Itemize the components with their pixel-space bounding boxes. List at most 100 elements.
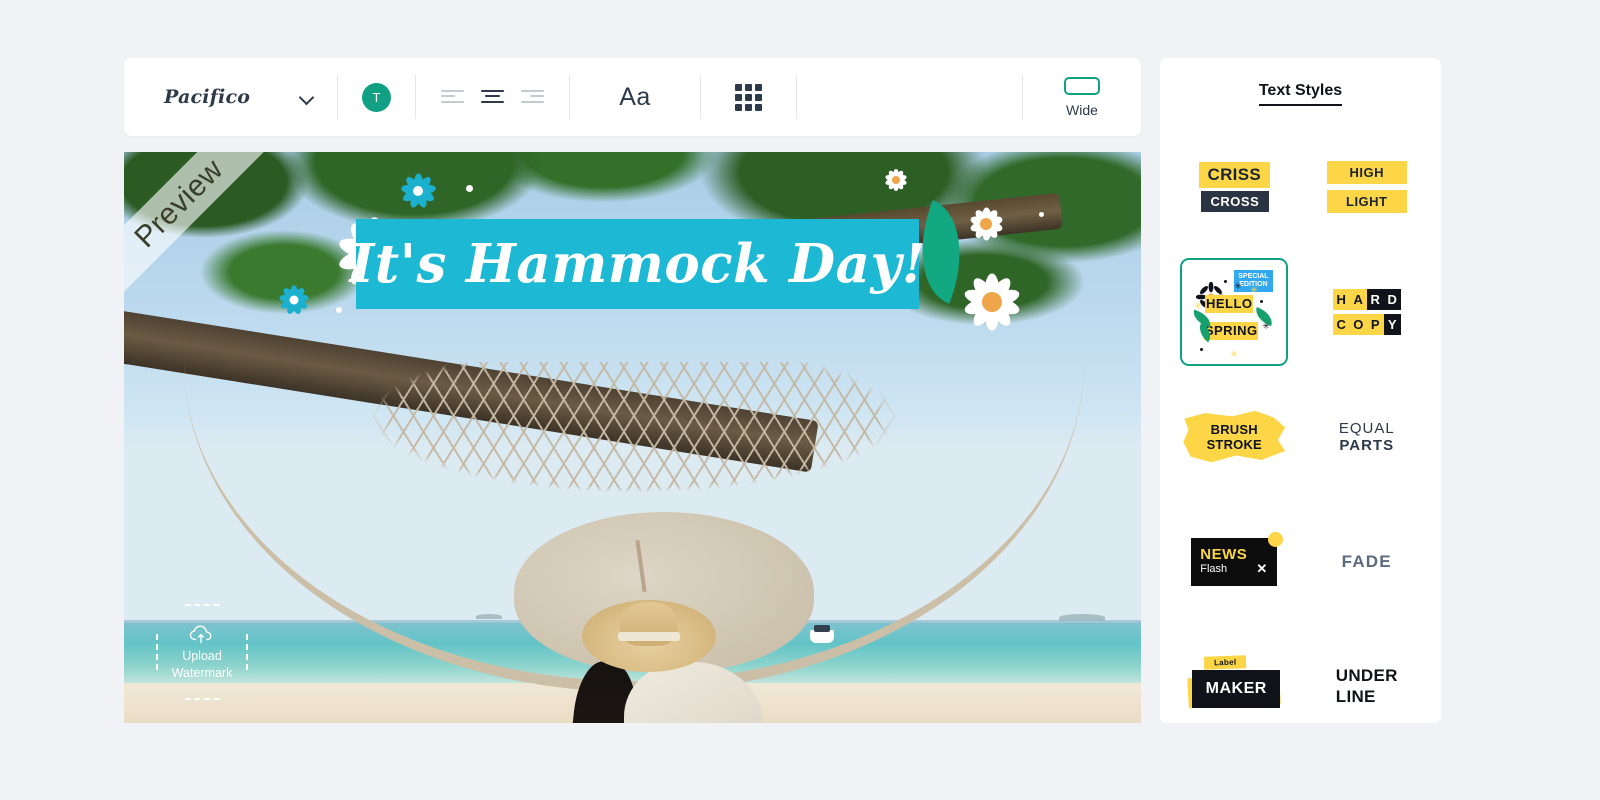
align-left-icon[interactable]	[441, 89, 464, 105]
yellow-dot-icon	[1268, 531, 1284, 547]
style-option-hello-spring[interactable]: SPECIAL EDITION HELLO SPRING ✳ ✳ ✳ ✳ ✳	[1168, 249, 1301, 374]
hello-spring-line1: HELLO	[1205, 294, 1254, 313]
style-option-high-light[interactable]: HIGH LIGHT	[1301, 124, 1434, 249]
under-line-text2: LINE	[1335, 686, 1376, 706]
style-option-label-maker[interactable]: Label MAKER	[1168, 624, 1301, 723]
selected-style-frame: SPECIAL EDITION HELLO SPRING ✳ ✳ ✳ ✳ ✳	[1180, 257, 1289, 366]
title-text: It's Hammock Day!	[349, 233, 926, 295]
align-right-icon[interactable]	[521, 89, 544, 105]
flower-center	[289, 295, 299, 305]
upload-watermark-line2: Watermark	[171, 665, 233, 680]
daisy-flower	[880, 164, 912, 196]
letter-tile: Y	[1383, 313, 1401, 335]
style-option-under-line[interactable]: UNDER LINE	[1301, 624, 1434, 723]
sparkle-dot	[466, 185, 473, 192]
equal-parts-line2: PARTS	[1339, 436, 1395, 454]
fade-thumb: FADE	[1341, 551, 1392, 571]
criss-cross-line2: CROSS	[1200, 190, 1270, 212]
chevron-down-icon[interactable]	[299, 92, 315, 102]
high-light-line2: LIGHT	[1326, 189, 1407, 213]
alignment-group	[416, 89, 569, 105]
cloud-upload-icon	[189, 624, 215, 644]
text-toolbar: Pacifico T Aa Wide	[124, 58, 1141, 136]
sparkle-icon: ✳	[1234, 280, 1242, 291]
sparkle-icon: ✳	[1230, 348, 1238, 359]
brush-stroke-text: BRUSH STROKE	[1207, 422, 1262, 452]
daisy-flower	[962, 200, 1010, 248]
sparkle-icon: ✳	[1194, 300, 1202, 311]
dot-icon	[1200, 347, 1204, 351]
high-light-line1: HIGH	[1326, 160, 1407, 184]
criss-cross-thumb: CRISS CROSS	[1198, 161, 1270, 212]
high-light-thumb: HIGH LIGHT	[1326, 160, 1407, 213]
letter-tile: H	[1332, 288, 1350, 310]
cyan-flower	[274, 280, 314, 320]
grid-icon[interactable]	[735, 83, 762, 111]
label-maker-line1: Label	[1204, 654, 1247, 670]
hard-copy-line2: C O P Y	[1332, 313, 1401, 335]
letter-tile: R	[1366, 288, 1384, 310]
brush-stroke-line2: STROKE	[1206, 436, 1262, 452]
equal-parts-line1: EQUAL	[1338, 419, 1395, 437]
hard-copy-line1: H A R D	[1332, 288, 1401, 310]
font-name-label: Pacifico	[164, 86, 251, 108]
under-line-line1: UNDER	[1335, 666, 1400, 686]
hard-copy-thumb: H A R D C O P Y	[1332, 288, 1401, 335]
letter-tile: C	[1332, 313, 1350, 335]
style-option-news-flash[interactable]: NEWS Flash ✕	[1168, 499, 1301, 624]
flower-center	[982, 292, 1002, 312]
wide-format-button[interactable]: Wide	[1023, 76, 1141, 118]
color-swatch[interactable]: T	[362, 82, 391, 112]
style-option-criss-cross[interactable]: CRISS CROSS	[1168, 124, 1301, 249]
letter-tile: O	[1349, 313, 1367, 335]
upload-watermark-button[interactable]: Upload Watermark	[156, 604, 248, 700]
title-text-block[interactable]: It's Hammock Day!	[349, 219, 925, 309]
text-case-button[interactable]: Aa	[570, 83, 700, 112]
hammock	[184, 362, 1084, 723]
criss-cross-line1: CRISS	[1198, 161, 1270, 188]
dot-icon	[1260, 299, 1264, 303]
toolbar-divider	[796, 75, 797, 119]
text-color-picker[interactable]: T	[338, 82, 415, 112]
letter-tile: A	[1349, 288, 1367, 310]
wide-label: Wide	[1066, 101, 1098, 118]
layout-grid-button[interactable]	[701, 83, 796, 111]
under-line-thumb: UNDER LINE	[1335, 666, 1400, 708]
hello-spring-thumb: SPECIAL EDITION HELLO SPRING ✳ ✳ ✳ ✳ ✳	[1182, 260, 1286, 364]
dot-icon	[1224, 279, 1228, 283]
sparkle-icon: ✳	[1262, 320, 1270, 331]
sun-hat-band	[618, 632, 680, 641]
text-styles-panel: Text Styles CRISS CROSS HIGH LIGHT SPECI…	[1160, 58, 1441, 723]
style-option-fade[interactable]: FADE	[1301, 499, 1434, 624]
design-canvas[interactable]: It's Hammock Day! Preview Upload Waterma…	[124, 152, 1141, 723]
flower-center	[980, 218, 992, 230]
daisy-flower	[952, 262, 1032, 342]
wide-rectangle-icon	[1064, 76, 1100, 95]
editor-app: Pacifico T Aa Wide It's Hammock Day! Pre…	[0, 0, 1600, 800]
label-maker-line2: MAKER	[1192, 669, 1281, 708]
sun-hat	[582, 600, 716, 672]
style-option-brush-stroke[interactable]: BRUSH STROKE	[1168, 374, 1301, 499]
style-option-equal-parts[interactable]: EQUAL PARTS	[1301, 374, 1434, 499]
brush-stroke-line1: BRUSH	[1210, 421, 1258, 437]
news-flash-thumb: NEWS Flash ✕	[1191, 531, 1284, 586]
label-maker-thumb: Label MAKER	[1187, 654, 1281, 708]
equal-parts-thumb: EQUAL PARTS	[1339, 420, 1395, 454]
badge-line1: SPECIAL	[1238, 272, 1269, 280]
upload-watermark-line1: Upload	[182, 648, 222, 663]
hello-spring-line2: SPRING	[1204, 321, 1259, 340]
panel-title-text: Text Styles	[1258, 82, 1343, 106]
brush-stroke-thumb: BRUSH STROKE	[1182, 409, 1286, 465]
align-center-icon[interactable]	[481, 89, 504, 105]
under-line-line2: LINE	[1335, 686, 1378, 707]
sparkle-icon: ✳	[1250, 284, 1258, 295]
style-option-hard-copy[interactable]: H A R D C O P Y	[1301, 249, 1434, 374]
sparkle-dot	[1039, 212, 1044, 217]
font-picker[interactable]: Pacifico	[124, 58, 337, 136]
cyan-flower	[394, 167, 442, 215]
flower-center	[413, 186, 423, 196]
sparkle-dot	[336, 307, 342, 313]
flower-center	[892, 176, 900, 184]
text-styles-grid: CRISS CROSS HIGH LIGHT SPECIAL EDITION H…	[1160, 106, 1441, 723]
letter-tile: D	[1383, 288, 1401, 310]
